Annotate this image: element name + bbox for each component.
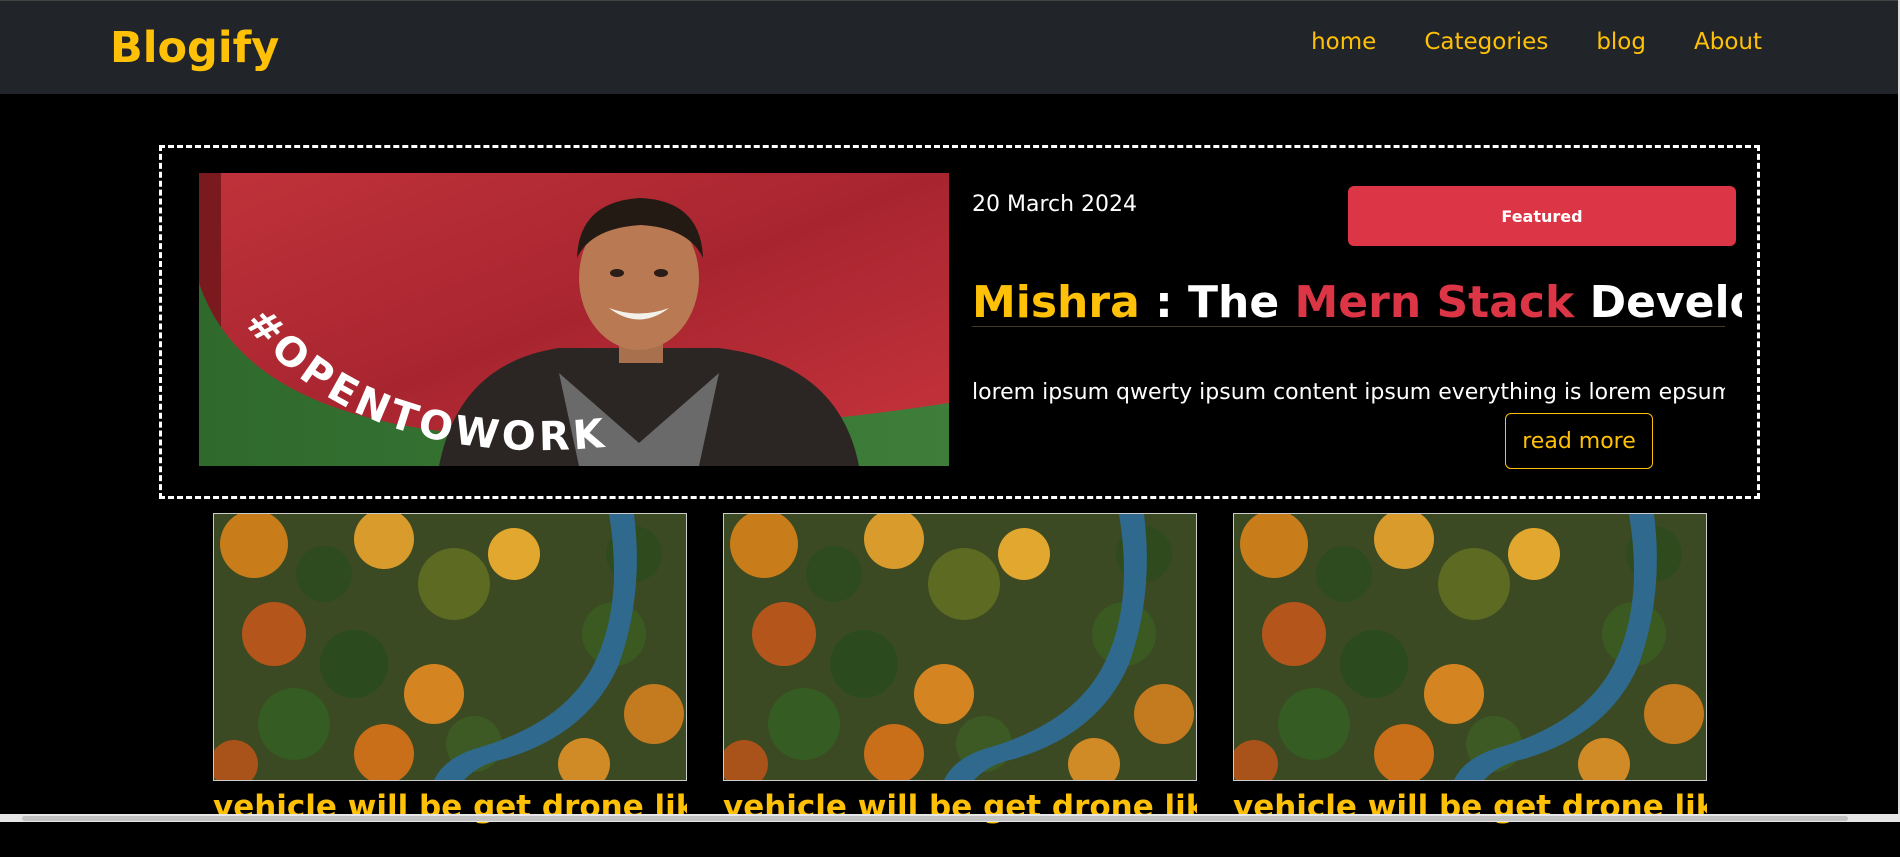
nav-link-about[interactable]: About	[1694, 31, 1762, 54]
read-more-button[interactable]: read more	[1505, 413, 1653, 469]
title-role: Developer	[1589, 277, 1742, 329]
nav-link-blog[interactable]: blog	[1596, 31, 1646, 54]
nav-links: home Categories blog About	[1311, 31, 1762, 54]
card-image[interactable]	[1233, 513, 1707, 781]
featured-description: lorem ipsum qwerty ipsum content ipsum e…	[972, 380, 1725, 405]
blog-card[interactable]: vehicle will be get drone like	[1233, 513, 1707, 857]
horizontal-scrollbar[interactable]	[0, 814, 1900, 822]
title-name: Mishra	[972, 277, 1140, 329]
featured-image: #OPENTOWORK	[199, 173, 949, 466]
title-divider	[972, 326, 1725, 327]
blog-card[interactable]: vehicle will be get drone like	[213, 513, 687, 857]
horizontal-scrollbar-thumb[interactable]	[22, 816, 1848, 821]
featured-badge[interactable]: Featured	[1348, 186, 1736, 246]
featured-title: Mishra : The Mern Stack Developer	[972, 277, 1742, 330]
title-highlight: Mern Stack	[1294, 277, 1575, 329]
navbar: Blogify home Categories blog About	[0, 0, 1900, 94]
card-image[interactable]	[723, 513, 1197, 781]
nav-link-categories[interactable]: Categories	[1424, 31, 1548, 54]
featured-post: #OPENTOWORK 20 March 2024 Featured Mishr…	[159, 145, 1760, 499]
brand-logo[interactable]: Blogify	[110, 27, 279, 70]
post-date: 20 March 2024	[972, 192, 1138, 217]
nav-link-home[interactable]: home	[1311, 31, 1376, 54]
card-image[interactable]	[213, 513, 687, 781]
blog-card[interactable]: vehicle will be get drone like	[723, 513, 1197, 857]
title-separator: : The	[1139, 277, 1295, 329]
